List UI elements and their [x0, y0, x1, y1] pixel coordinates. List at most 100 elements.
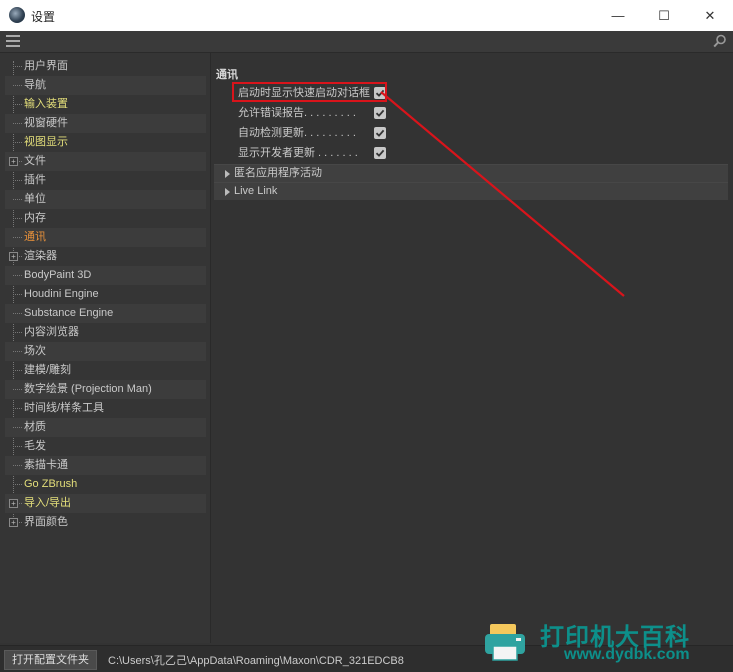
tree-branch	[13, 104, 22, 105]
sidebar-item[interactable]: Houdini Engine	[5, 285, 206, 304]
tree-branch	[13, 313, 22, 314]
tree-branch	[13, 66, 22, 67]
tree-branch	[13, 332, 22, 333]
hamburger-menu-icon[interactable]	[6, 35, 20, 47]
tree-branch	[13, 465, 22, 466]
sidebar-item-label: 素描卡通	[24, 459, 68, 471]
sidebar-item-label: 通讯	[24, 231, 46, 243]
sidebar-item-label: 数字绘景 (Projection Man)	[24, 383, 152, 395]
cinema4d-app-icon	[9, 7, 25, 23]
expand-plus-icon[interactable]: +	[9, 499, 18, 508]
sidebar-item-label: 时间线/样条工具	[24, 402, 105, 414]
sidebar-item-label: 界面颜色	[24, 516, 68, 528]
annotation-highlight-box	[232, 82, 387, 102]
sidebar-item-label: 毛发	[24, 440, 46, 452]
sidebar-item-label: 场次	[24, 345, 46, 357]
checkmark-icon	[375, 149, 385, 157]
sidebar-item-label: 导入/导出	[24, 497, 72, 509]
tree-branch	[13, 123, 22, 124]
tree-branch	[13, 351, 22, 352]
sidebar-item-label: Substance Engine	[24, 307, 114, 319]
sidebar-item[interactable]: BodyPaint 3D	[5, 266, 206, 285]
sidebar-item[interactable]: 用户界面	[5, 57, 206, 76]
settings-sidebar: 用户界面导航输入装置视窗硬件视图显示 + 文件插件单位内存通讯 + 渲染器 BodyPai…	[0, 53, 211, 643]
sidebar-item[interactable]: 内存	[5, 209, 206, 228]
option-row: 允许错误报告. . . . . . . . .	[238, 104, 388, 122]
tree-branch	[13, 427, 22, 428]
sidebar-item-label: 内容浏览器	[24, 326, 79, 338]
sidebar-item-label: 材质	[24, 421, 46, 433]
option-checkbox[interactable]	[374, 107, 386, 119]
option-label: 允许错误报告. . . . . . . . .	[238, 107, 356, 119]
settings-panel: 通讯 启动时显示快速启动对话框 允许错误报告. . . . . . . . . 自动…	[211, 53, 733, 643]
sidebar-item-label: 导航	[24, 79, 46, 91]
sidebar-item[interactable]: + 导入/导出	[5, 494, 206, 513]
search-icon[interactable]	[713, 34, 727, 48]
sidebar-item-label: 单位	[24, 193, 46, 205]
expand-plus-icon[interactable]: +	[9, 252, 18, 261]
expand-plus-icon[interactable]: +	[9, 518, 18, 527]
open-config-folder-button[interactable]: 打开配置文件夹	[4, 650, 97, 670]
sidebar-item[interactable]: + 界面颜色	[5, 513, 206, 532]
tree-branch	[13, 142, 22, 143]
group-label: Live Link	[234, 185, 278, 197]
window-title: 设置	[31, 10, 56, 24]
sidebar-item[interactable]: 场次	[5, 342, 206, 361]
sidebar-item[interactable]: 视图显示	[5, 133, 206, 152]
option-checkbox[interactable]	[374, 127, 386, 139]
sidebar-item[interactable]: 视窗硬件	[5, 114, 206, 133]
sidebar-item[interactable]: 输入装置	[5, 95, 206, 114]
sidebar-item-label: BodyPaint 3D	[24, 269, 92, 281]
sidebar-item[interactable]: + 渲染器	[5, 247, 206, 266]
maximize-button[interactable]: ☐	[641, 0, 687, 31]
tree-branch	[13, 180, 22, 181]
sidebar-item[interactable]: 单位	[5, 190, 206, 209]
tree-branch	[13, 237, 22, 238]
sidebar-item-label: 文件	[24, 155, 46, 167]
sidebar-item[interactable]: 素描卡通	[5, 456, 206, 475]
sidebar-item-label: 用户界面	[24, 60, 68, 72]
sidebar-item[interactable]: 材质	[5, 418, 206, 437]
watermark-url: www.dydbk.com	[564, 646, 690, 663]
sidebar-item-label: 渲染器	[24, 250, 57, 262]
sidebar-item[interactable]: 数字绘景 (Projection Man)	[5, 380, 206, 399]
sidebar-item[interactable]: 导航	[5, 76, 206, 95]
sidebar-item[interactable]: 时间线/样条工具	[5, 399, 206, 418]
sidebar-item[interactable]: 建模/雕刻	[5, 361, 206, 380]
toolbar	[0, 31, 733, 53]
minimize-button[interactable]: —	[595, 0, 641, 31]
tree-branch	[13, 389, 22, 390]
option-row: 自动检测更新. . . . . . . . .	[238, 124, 388, 142]
sidebar-item[interactable]: 插件	[5, 171, 206, 190]
sidebar-item-label: Houdini Engine	[24, 288, 99, 300]
group-anonymous-activity[interactable]: 匿名应用程序活动	[214, 164, 728, 182]
sidebar-item[interactable]: Go ZBrush	[5, 475, 206, 494]
tree-branch	[13, 484, 22, 485]
option-checkbox[interactable]	[374, 147, 386, 159]
section-title: 通讯	[216, 69, 238, 81]
sidebar-item-label: 输入装置	[24, 98, 68, 110]
checkmark-icon	[375, 129, 385, 137]
close-button[interactable]: ✕	[687, 0, 733, 31]
title-bar: 设置 — ☐ ✕	[0, 0, 733, 31]
expand-plus-icon[interactable]: +	[9, 157, 18, 166]
sidebar-item-label: 视窗硬件	[24, 117, 68, 129]
sidebar-item-label: 建模/雕刻	[24, 364, 72, 376]
sidebar-item[interactable]: 通讯	[5, 228, 206, 247]
option-label: 自动检测更新. . . . . . . . .	[238, 127, 356, 139]
sidebar-item[interactable]: 毛发	[5, 437, 206, 456]
sidebar-item[interactable]: Substance Engine	[5, 304, 206, 323]
sidebar-item-label: 插件	[24, 174, 46, 186]
sidebar-item[interactable]: 内容浏览器	[5, 323, 206, 342]
sidebar-item[interactable]: + 文件	[5, 152, 206, 171]
tree-branch	[13, 275, 22, 276]
option-row: 显示开发者更新 . . . . . . .	[238, 144, 388, 162]
checkmark-icon	[375, 109, 385, 117]
sidebar-item-label: 视图显示	[24, 136, 68, 148]
config-path: C:\Users\孔乙己\AppData\Roaming\Maxon\CDR_3…	[108, 655, 404, 667]
option-label: 显示开发者更新 . . . . . . .	[238, 147, 358, 159]
expand-triangle-icon	[225, 188, 230, 196]
watermark: 打印机大百科 www.dydbk.com	[480, 612, 733, 671]
group-live-link[interactable]: Live Link	[214, 182, 728, 200]
printer-logo-icon	[485, 624, 525, 661]
